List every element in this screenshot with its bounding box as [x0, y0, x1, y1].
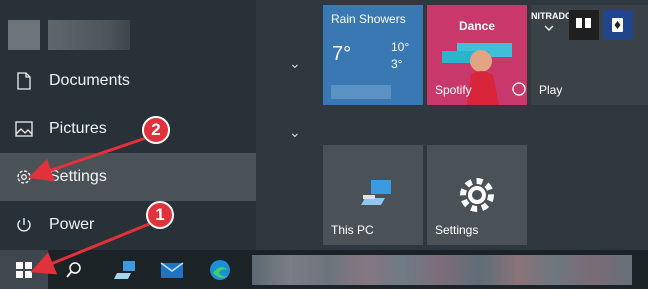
nitrado-label: NITRADO	[531, 11, 572, 21]
mail-icon	[160, 261, 184, 278]
tile-this-pc[interactable]: This PC	[323, 145, 423, 245]
search-button[interactable]	[56, 250, 92, 289]
start-menu: Documents Pictures Settings Power ⌄ ⌄ Ra…	[0, 0, 648, 250]
chevron-down-icon	[537, 23, 561, 37]
start-item-label: Settings	[49, 168, 107, 185]
start-item-settings[interactable]: Settings	[0, 153, 256, 201]
start-menu-left-pane: Documents Pictures Settings Power	[0, 0, 256, 250]
tile-play[interactable]: NITRADO Play	[531, 5, 648, 105]
user-name-blurred	[48, 20, 130, 50]
document-icon	[0, 72, 48, 90]
avatar	[8, 20, 40, 50]
start-item-label: Pictures	[49, 120, 107, 137]
gear-icon	[0, 168, 48, 186]
tile-label: Play	[539, 83, 563, 97]
windows-icon	[16, 261, 32, 278]
weather-condition: Rain Showers	[331, 12, 406, 26]
taskbar-this-pc-button[interactable]	[104, 250, 144, 289]
start-item-documents[interactable]: Documents	[0, 57, 256, 105]
chevron-down-icon[interactable]: ⌄	[289, 55, 301, 72]
tile-label: This PC	[331, 223, 374, 237]
chevron-down-icon[interactable]: ⌄	[289, 124, 301, 141]
taskbar	[0, 250, 648, 289]
annotation-step-1: 1	[146, 201, 174, 229]
pictures-icon	[0, 121, 48, 137]
power-icon	[0, 216, 48, 234]
tile-weather[interactable]: Rain Showers 7° 10° 3°	[323, 5, 423, 105]
taskbar-edge-button[interactable]	[200, 250, 240, 289]
taskbar-apps-blurred	[252, 255, 632, 285]
taskbar-mail-button[interactable]	[152, 250, 192, 289]
dolby-icon[interactable]	[569, 10, 599, 40]
tile-spotify[interactable]: Dance Spotify	[427, 5, 527, 105]
edge-icon	[210, 259, 230, 280]
tile-label: Settings	[435, 223, 479, 237]
annotation-step-2: 2	[142, 116, 170, 144]
start-item-pictures[interactable]: Pictures	[0, 105, 256, 153]
start-item-label: Documents	[49, 72, 130, 89]
start-item-power[interactable]: Power	[0, 201, 256, 249]
start-item-label: Power	[49, 216, 95, 233]
tile-label: Spotify	[435, 83, 472, 97]
tile-settings[interactable]: Settings	[427, 145, 527, 245]
weather-location-blurred	[331, 85, 391, 99]
weather-low: 3°	[391, 57, 403, 71]
computer-icon	[114, 260, 135, 279]
start-button[interactable]	[0, 250, 48, 289]
search-icon	[66, 261, 81, 278]
spotify-playlist-title: Dance	[458, 19, 496, 33]
solitaire-icon[interactable]	[603, 10, 633, 40]
user-account[interactable]	[8, 20, 130, 50]
weather-high: 10°	[391, 40, 410, 54]
weather-temperature: 7°	[332, 43, 352, 65]
